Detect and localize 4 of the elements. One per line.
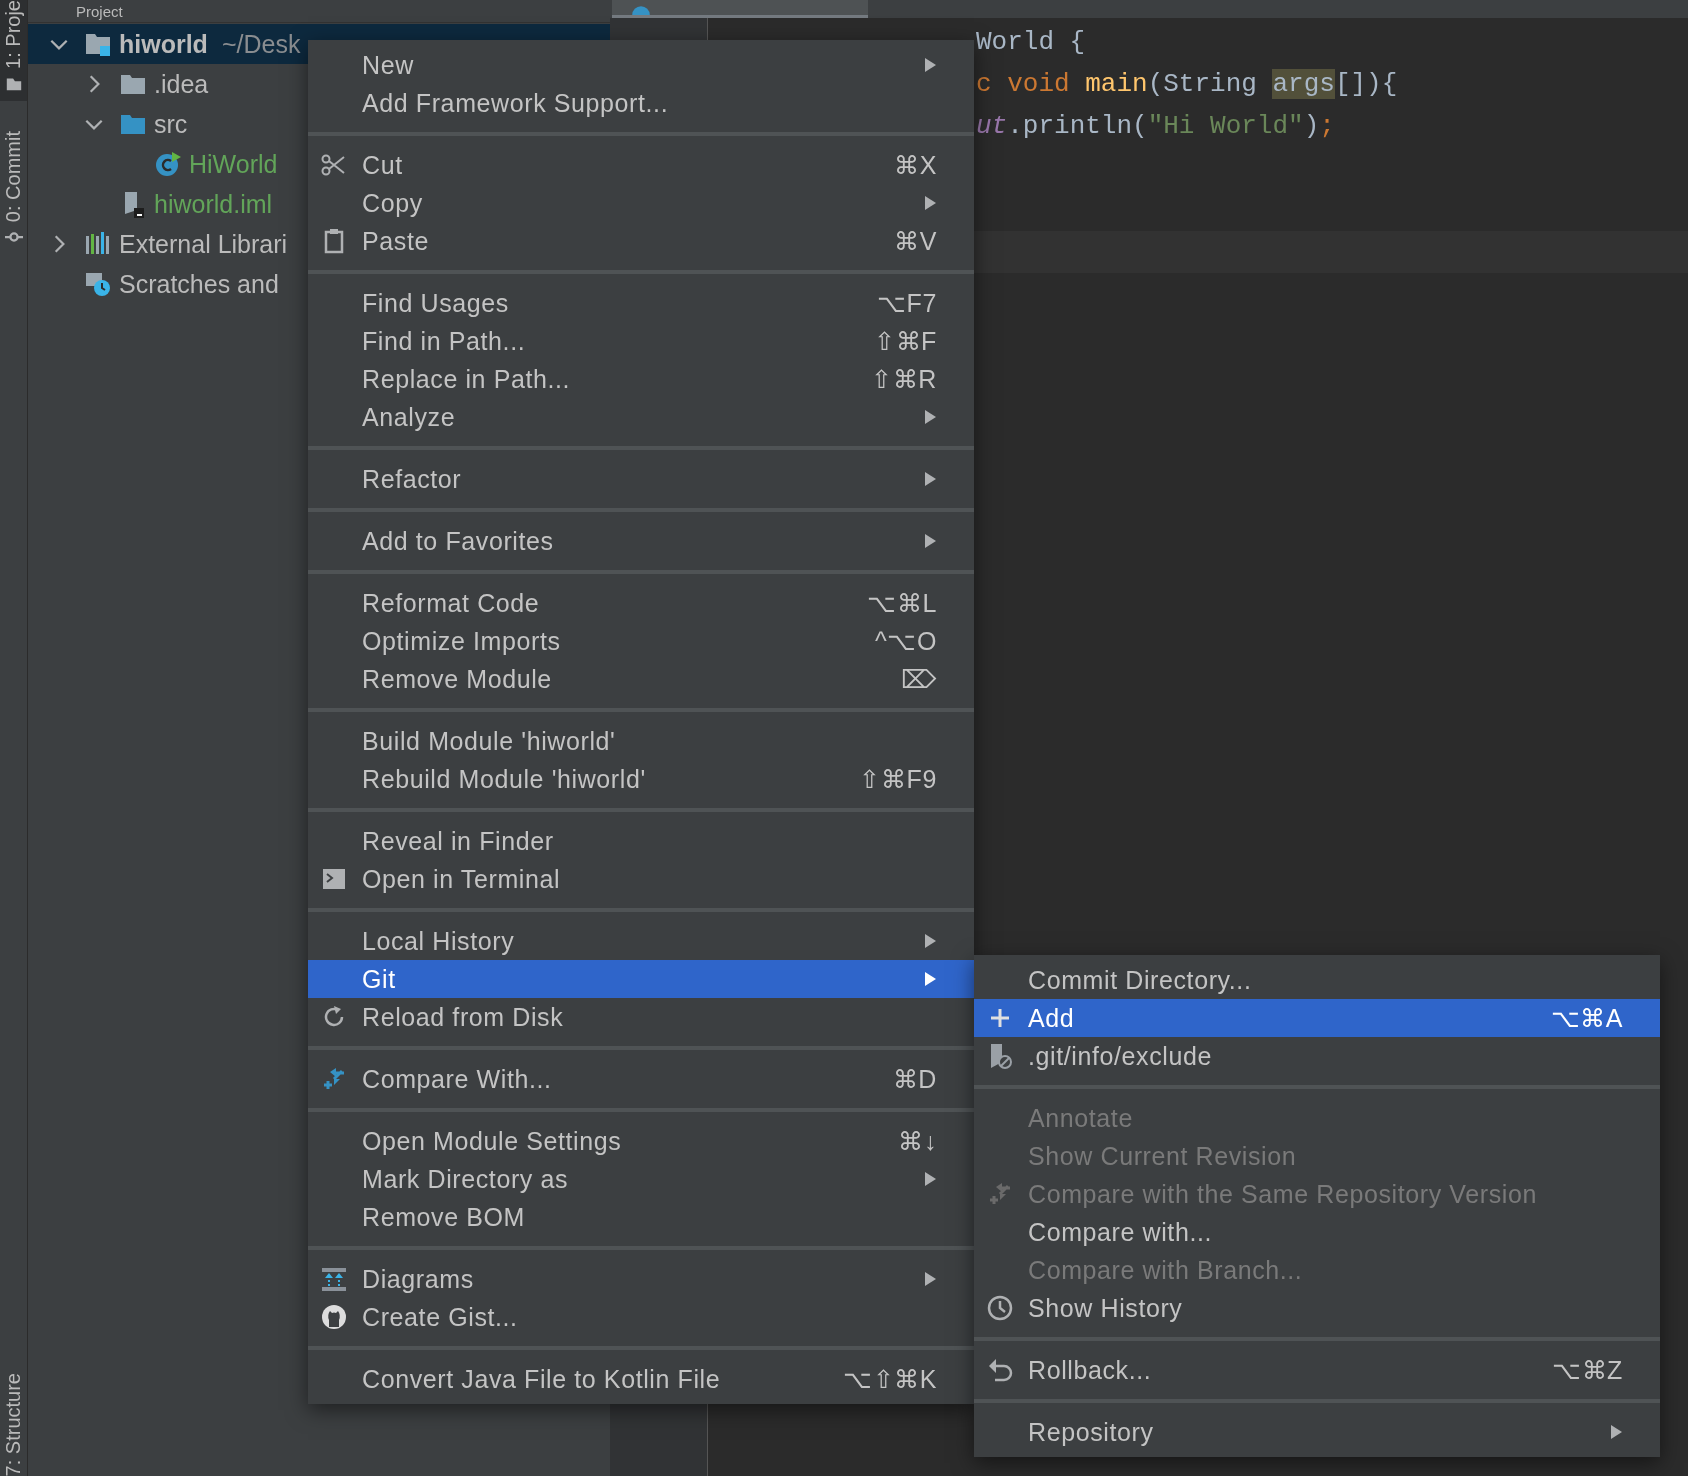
code-line: World { (975, 26, 1087, 59)
code-line: ut.println("Hi World"); (975, 110, 1336, 143)
path-text: ~/Desk (221, 29, 301, 59)
panel-title: Project (76, 2, 123, 20)
